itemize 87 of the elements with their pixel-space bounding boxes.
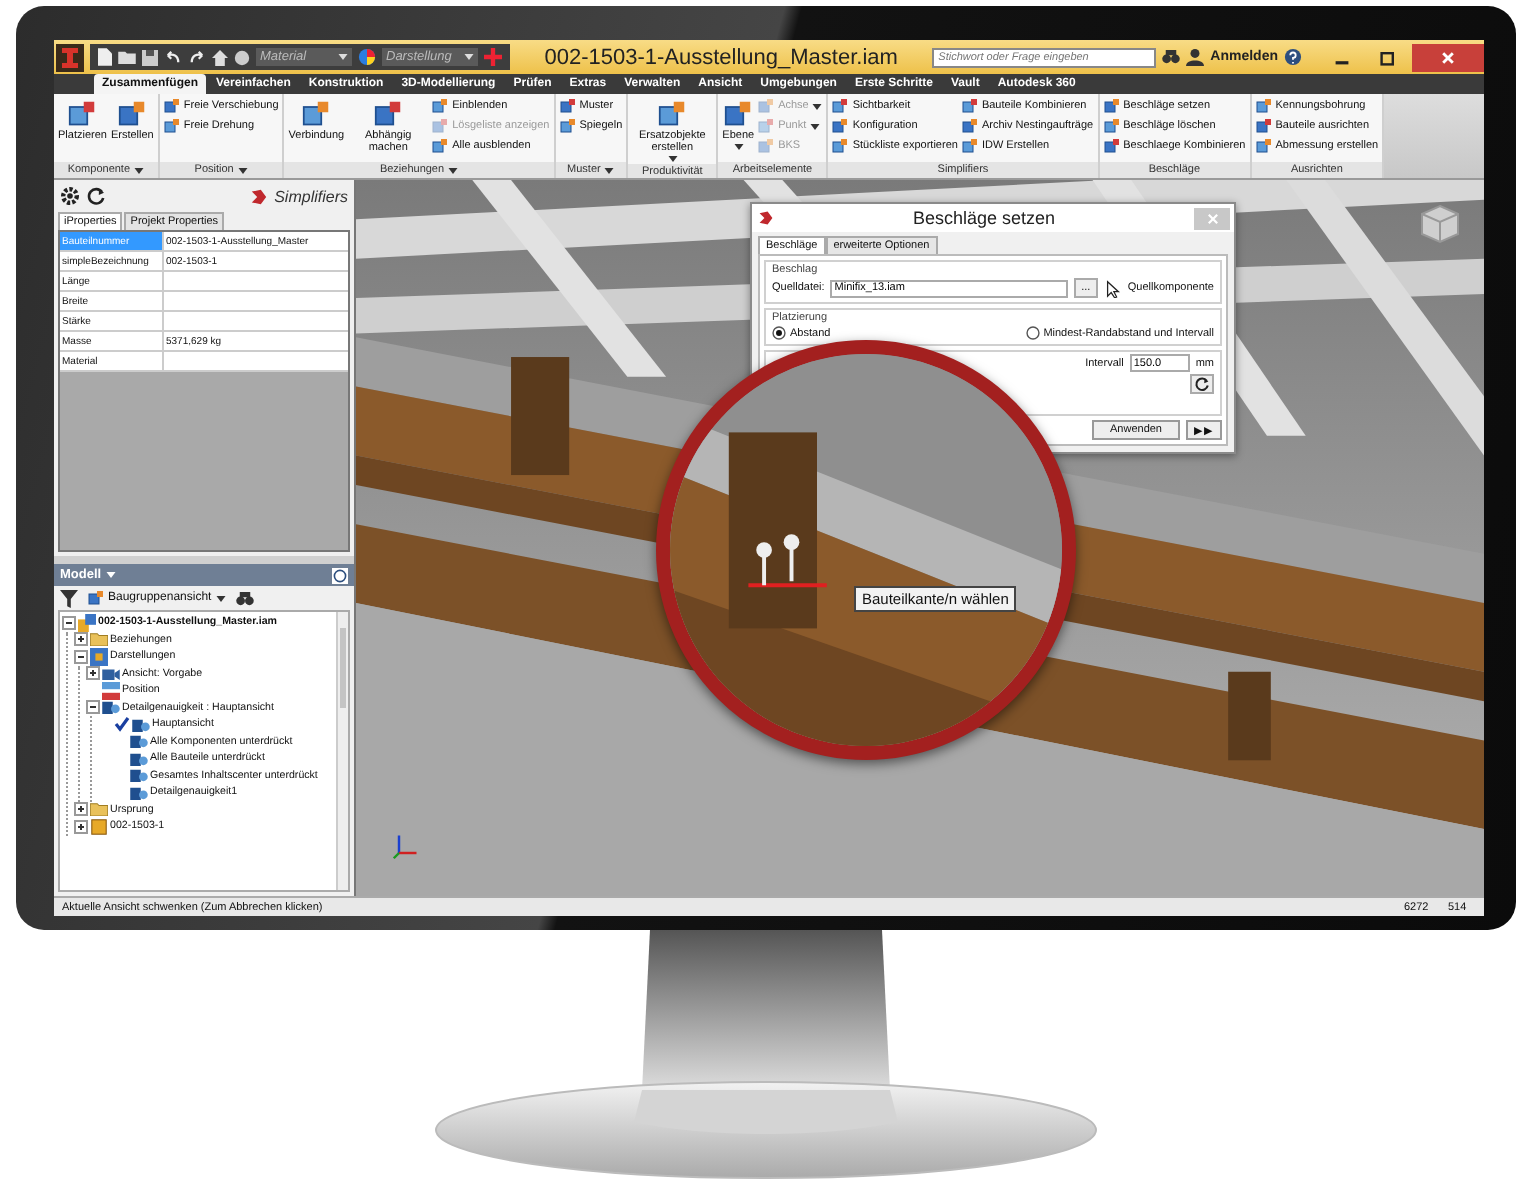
caret-icon bbox=[810, 123, 821, 129]
refresh-button[interactable] bbox=[1190, 374, 1214, 394]
refresh-icon[interactable] bbox=[86, 186, 106, 206]
box-icon bbox=[302, 100, 331, 128]
close-icon bbox=[1205, 211, 1219, 225]
user-icon[interactable] bbox=[1186, 48, 1205, 66]
plus-icon[interactable] bbox=[484, 48, 502, 66]
box-icon bbox=[961, 138, 978, 154]
box-icon bbox=[758, 138, 775, 154]
box-icon bbox=[118, 100, 147, 128]
scrollbar[interactable] bbox=[336, 612, 348, 890]
collapse-icon[interactable] bbox=[86, 700, 100, 715]
box-icon bbox=[1103, 118, 1120, 134]
close-icon bbox=[1440, 49, 1456, 65]
expand-icon[interactable] bbox=[86, 666, 100, 681]
box-icon bbox=[1103, 98, 1120, 114]
box-icon bbox=[432, 138, 449, 154]
box-icon bbox=[961, 118, 978, 134]
caret-icon bbox=[604, 167, 615, 173]
box-icon bbox=[163, 98, 180, 114]
help-icon[interactable] bbox=[1284, 48, 1302, 66]
folder-icon[interactable] bbox=[118, 50, 136, 64]
box-icon bbox=[88, 590, 104, 606]
box-icon bbox=[832, 138, 849, 154]
box-icon bbox=[832, 98, 849, 114]
detail-level-icon bbox=[102, 700, 120, 715]
box-icon bbox=[68, 100, 97, 128]
expand-icon[interactable] bbox=[74, 632, 88, 647]
folder-icon bbox=[90, 802, 108, 817]
window-title: 002-1503-1-Ausstellung_Master.iam bbox=[542, 45, 900, 69]
box-icon bbox=[1255, 98, 1272, 114]
box-icon bbox=[432, 98, 449, 114]
file-icon[interactable] bbox=[98, 48, 112, 66]
refresh-icon bbox=[1194, 376, 1210, 392]
box-icon bbox=[758, 98, 775, 114]
representation-icon bbox=[90, 647, 108, 666]
box-icon bbox=[724, 100, 753, 128]
binoculars-icon[interactable] bbox=[1162, 50, 1181, 64]
dialog-title: Beschläge setzen bbox=[910, 208, 1058, 228]
box-icon bbox=[961, 98, 978, 114]
box-icon bbox=[559, 118, 576, 134]
color-wheel-icon[interactable] bbox=[358, 48, 376, 66]
caret-icon bbox=[448, 167, 459, 173]
box-icon bbox=[432, 118, 449, 134]
camera-icon bbox=[102, 666, 120, 681]
caret-icon bbox=[105, 572, 116, 578]
view-cube-icon[interactable] bbox=[1420, 204, 1460, 244]
box-icon bbox=[1255, 118, 1272, 134]
folder-icon bbox=[90, 632, 108, 647]
box-icon bbox=[374, 100, 403, 128]
simplifiers-logo-icon bbox=[250, 187, 269, 205]
maximize-icon bbox=[1380, 49, 1396, 65]
home-icon[interactable] bbox=[212, 49, 228, 65]
coordinate-axes-icon bbox=[392, 832, 420, 860]
binoculars-icon[interactable] bbox=[235, 591, 254, 605]
part-icon bbox=[90, 817, 108, 836]
help-icon[interactable] bbox=[332, 567, 348, 583]
undo-icon[interactable] bbox=[164, 50, 182, 64]
caret-icon bbox=[338, 54, 348, 60]
box-icon bbox=[1255, 138, 1272, 154]
cursor-icon[interactable] bbox=[1103, 279, 1122, 297]
caret-icon bbox=[464, 54, 474, 60]
assembly-icon bbox=[78, 613, 96, 632]
box-icon bbox=[559, 98, 576, 114]
save-icon[interactable] bbox=[142, 49, 158, 65]
expand-icon[interactable] bbox=[74, 819, 88, 834]
caret-icon bbox=[237, 167, 248, 173]
box-icon bbox=[758, 118, 775, 134]
position-icon bbox=[102, 681, 120, 700]
expand-icon[interactable] bbox=[74, 802, 88, 817]
collapse-icon[interactable] bbox=[62, 615, 76, 630]
brand-name: Simplifiers bbox=[274, 187, 348, 205]
sphere-icon[interactable] bbox=[234, 49, 250, 65]
box-icon bbox=[832, 118, 849, 134]
box-icon bbox=[1103, 138, 1120, 154]
box-icon bbox=[163, 118, 180, 134]
collapse-icon[interactable] bbox=[74, 649, 88, 664]
i-beam-logo-icon[interactable] bbox=[56, 43, 84, 71]
close-button[interactable] bbox=[1412, 43, 1484, 71]
caret-icon bbox=[733, 144, 744, 151]
redo-icon[interactable] bbox=[188, 50, 206, 64]
caret-icon bbox=[215, 595, 226, 601]
box-icon bbox=[658, 100, 687, 128]
caret-icon bbox=[812, 103, 823, 109]
simplifiers-logo-icon bbox=[758, 210, 774, 226]
gear-icon[interactable] bbox=[60, 186, 80, 206]
caret-icon bbox=[134, 167, 145, 173]
